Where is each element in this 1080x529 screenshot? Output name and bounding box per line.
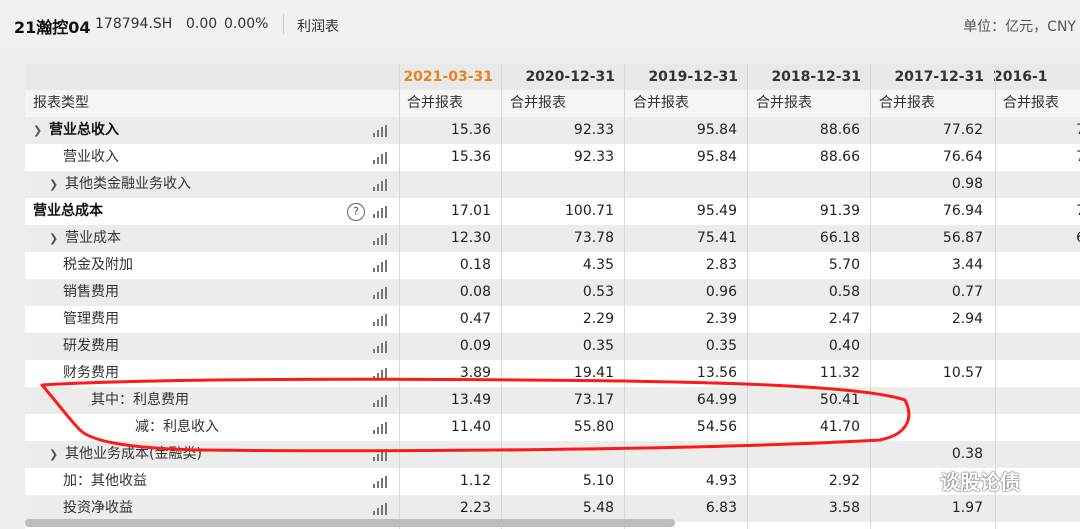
watermark-text: 谈股论债 — [940, 470, 1020, 494]
red-annotation-loop — [40, 377, 911, 453]
wechat-icon — [878, 469, 914, 492]
